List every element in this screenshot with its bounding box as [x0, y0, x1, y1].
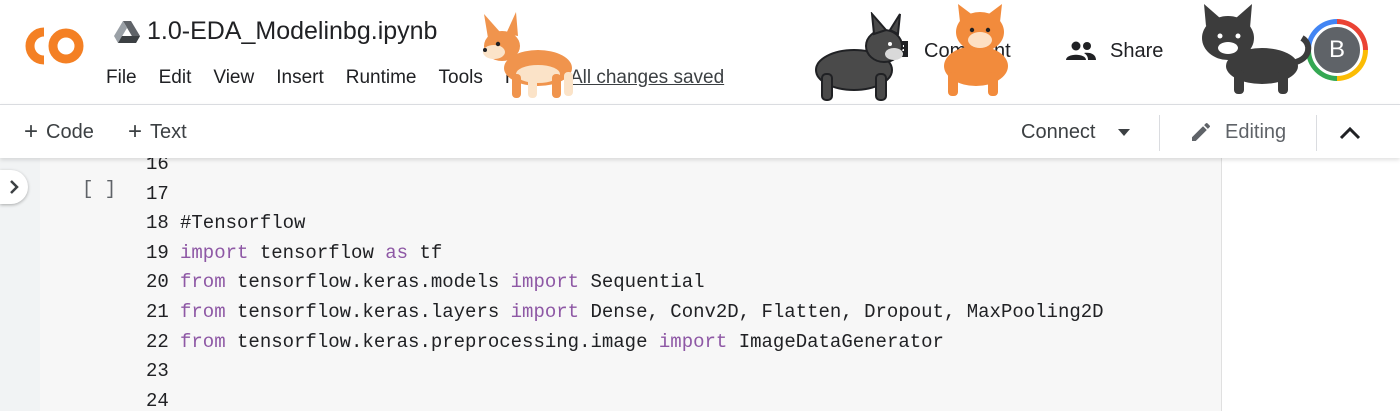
line-number: 23 [146, 360, 169, 383]
add-text-label: Text [150, 120, 187, 143]
code-text: import tensorflow as tf [180, 239, 442, 269]
plus-icon: + [128, 118, 143, 145]
code-token: tensorflow.keras.layers [225, 300, 511, 323]
line-number: 20 [146, 271, 169, 294]
line-number: 18 [146, 212, 169, 235]
code-line[interactable]: 21 from tensorflow.keras.layers import De… [146, 298, 1104, 328]
editing-label: Editing [1225, 120, 1287, 143]
code-line[interactable]: 24 [146, 387, 1104, 411]
line-number: 19 [146, 241, 169, 264]
code-token: tensorflow.keras.models [225, 271, 511, 294]
menu-edit[interactable]: Edit [159, 67, 192, 89]
share-label: Share [1110, 39, 1164, 62]
code-comment: #Tensorflow [180, 212, 306, 235]
notebook-toolbar: + Code + Text Connect Editing [0, 104, 1400, 158]
code-keyword: from [180, 300, 226, 323]
line-number: 24 [146, 389, 169, 411]
avatar[interactable]: B [1311, 24, 1363, 76]
menu-view[interactable]: View [213, 67, 254, 89]
menu-tools[interactable]: Tools [439, 67, 483, 89]
code-text: from tensorflow.keras.preprocessing.imag… [180, 328, 944, 358]
code-token: tensorflow.keras.preprocessing.image [225, 330, 659, 353]
plus-icon: + [24, 118, 39, 145]
code-token: tf [408, 241, 443, 264]
toolbar-divider [1159, 115, 1160, 151]
menu-bar: File Edit View Insert Runtime Tools Help… [106, 64, 724, 92]
google-drive-icon[interactable] [114, 21, 140, 44]
code-text: from tensorflow.keras.layers import Dens… [180, 298, 1104, 328]
comment-label: Comment [924, 39, 1011, 62]
code-text: from tensorflow.keras.models import Sequ… [180, 268, 705, 298]
colab-logo[interactable] [18, 22, 86, 70]
line-number: 22 [146, 330, 169, 353]
code-text: #Tensorflow [180, 209, 305, 239]
menu-help[interactable]: Help [505, 67, 544, 89]
cell-run-button[interactable]: [ ] [82, 178, 116, 200]
notebook-header: 1.0-EDA_Modelinbg.ipynb File Edit View I… [0, 0, 1400, 104]
line-number: 21 [146, 300, 169, 323]
line-number: 17 [146, 182, 169, 205]
comment-button[interactable]: Comment [884, 36, 1011, 66]
menu-insert[interactable]: Insert [276, 67, 324, 89]
code-line[interactable]: 20 from tensorflow.keras.models import Se… [146, 268, 1104, 298]
code-keyword: import [658, 330, 728, 353]
connect-label: Connect [1021, 120, 1096, 143]
code-line[interactable]: 23 [146, 357, 1104, 387]
save-status-link[interactable]: All changes saved [570, 67, 724, 89]
code-token: tensorflow [248, 241, 386, 264]
code-editor[interactable]: 16 17 18 #Tensorflow 19 import tensorflow as … [146, 150, 1104, 411]
code-line[interactable]: 18 #Tensorflow [146, 209, 1104, 239]
toolbar-divider [1316, 115, 1317, 151]
code-line[interactable]: 22 from tensorflow.keras.preprocessing.im… [146, 328, 1104, 358]
caret-down-icon[interactable] [1117, 128, 1130, 136]
editing-mode-button[interactable]: Editing [1189, 119, 1286, 145]
menu-runtime[interactable]: Runtime [346, 67, 417, 89]
code-keyword: as [385, 241, 409, 264]
code-keyword: from [180, 271, 226, 294]
connect-button[interactable]: Connect [1021, 119, 1130, 145]
code-token: Dense, Conv2D, Flatten, Dropout, MaxPool… [579, 300, 1104, 323]
add-code-button[interactable]: + Code [24, 119, 94, 145]
code-token: ImageDataGenerator [727, 330, 944, 353]
code-line[interactable]: 19 import tensorflow as tf [146, 239, 1104, 269]
add-code-label: Code [46, 120, 94, 143]
code-keyword: from [180, 330, 226, 353]
code-line[interactable]: 17 [146, 180, 1104, 210]
comment-icon [886, 41, 908, 62]
code-keyword: import [510, 271, 580, 294]
code-token: Sequential [579, 271, 705, 294]
share-button[interactable]: Share [1066, 36, 1163, 66]
pencil-icon [1192, 122, 1210, 141]
people-icon [1066, 41, 1096, 60]
chevron-up-icon[interactable] [1337, 121, 1363, 145]
add-text-button[interactable]: + Text [128, 119, 187, 145]
notebook-title[interactable]: 1.0-EDA_Modelinbg.ipynb [147, 17, 437, 46]
menu-file[interactable]: File [106, 67, 137, 89]
chevron-right-icon [10, 180, 19, 194]
code-keyword: import [180, 241, 249, 264]
code-keyword: import [510, 300, 580, 323]
